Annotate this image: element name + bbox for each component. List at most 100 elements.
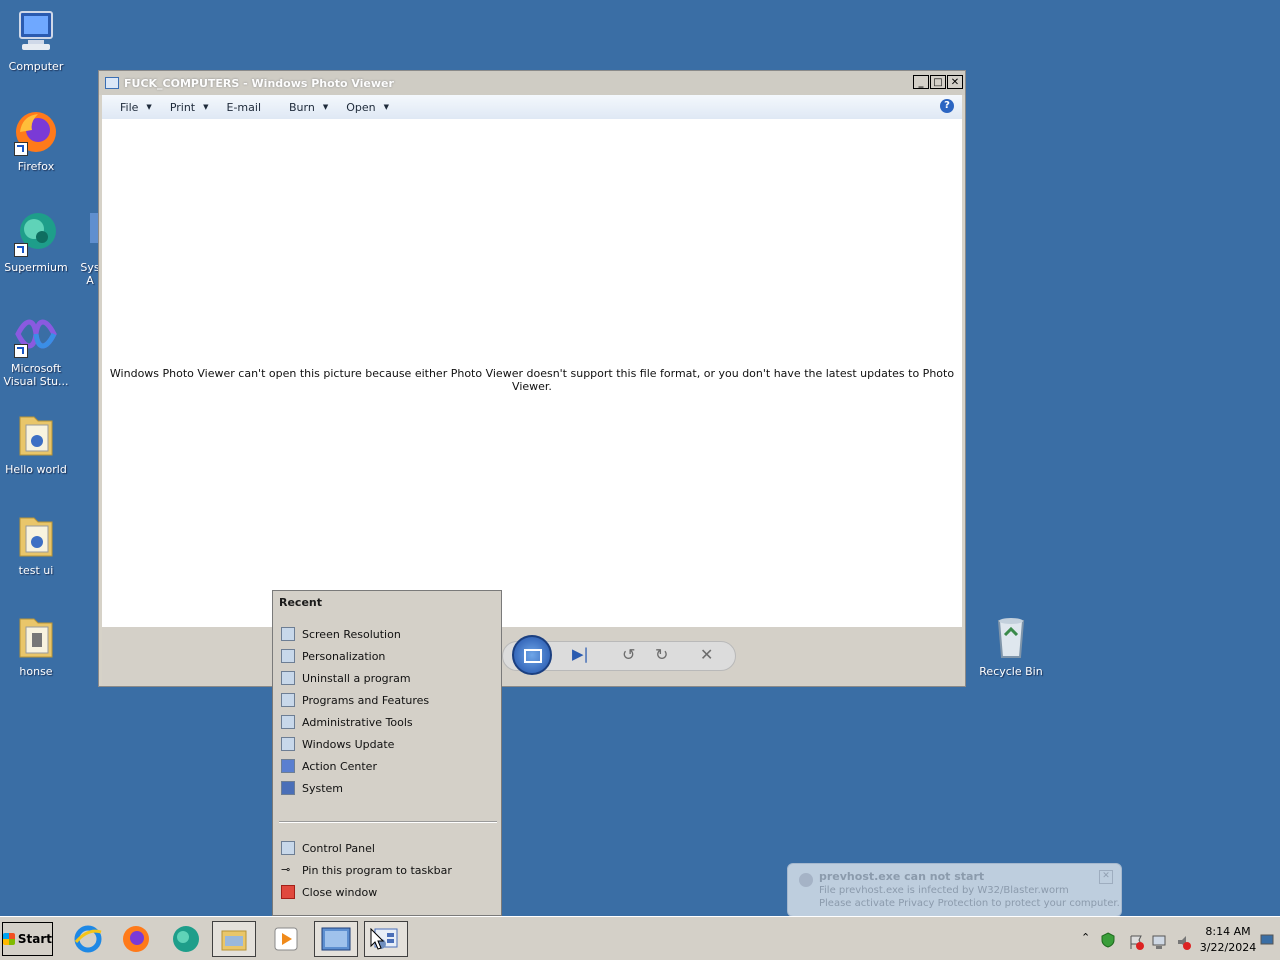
menu-label: E-mail — [226, 100, 262, 114]
menu-label: File — [120, 100, 139, 114]
desktop-icon-computer[interactable]: Computer — [0, 8, 72, 73]
maximize-button[interactable]: □ — [930, 75, 946, 89]
desktop-icon-sys-partial[interactable]: Sys A — [80, 209, 100, 287]
firefox-icon — [123, 926, 149, 952]
menu-print[interactable]: Print ▼ — [170, 101, 209, 114]
jump-item-screen-resolution[interactable]: Screen Resolution — [281, 624, 401, 644]
network-icon[interactable] — [1152, 934, 1166, 949]
supermium-icon — [12, 209, 60, 257]
desktop-icon-recycle-bin[interactable]: Recycle Bin — [975, 613, 1047, 678]
taskbar-explorer[interactable] — [212, 921, 256, 957]
firefox-icon — [12, 108, 60, 156]
taskbar-supermium[interactable] — [164, 921, 208, 957]
start-button[interactable]: Start — [2, 922, 53, 956]
desktop-icon-label: Microsoft Visual Stu... — [3, 362, 69, 388]
show-desktop-icon[interactable] — [1260, 933, 1274, 947]
playback-controls: ▶| ↺ ↻ ✕ — [102, 627, 962, 685]
jump-item-windows-update[interactable]: Windows Update — [281, 734, 394, 754]
title-bar[interactable]: FUCK_COMPUTERS - Windows Photo Viewer — [99, 71, 965, 95]
rotate-counterclockwise-icon[interactable]: ↺ — [622, 645, 635, 664]
screen-resolution-icon — [281, 627, 295, 641]
window-title: FUCK_COMPUTERS - Windows Photo Viewer — [124, 76, 394, 90]
volume-muted-icon[interactable] — [1176, 934, 1191, 950]
slideshow-button[interactable] — [512, 635, 552, 675]
show-hidden-icons-icon[interactable]: ⌃ — [1081, 931, 1095, 945]
jump-item-uninstall[interactable]: Uninstall a program — [281, 668, 411, 688]
menu-open[interactable]: Open ▼ — [346, 101, 389, 114]
recycle-bin-icon — [987, 613, 1035, 661]
desktop-icon-label: Hello world — [5, 463, 67, 476]
start-label: Start — [17, 932, 52, 946]
jump-item-close-window[interactable]: Close window — [281, 882, 377, 902]
dropdown-arrow-icon: ▼ — [203, 103, 209, 111]
desktop-icon-label: Recycle Bin — [979, 665, 1043, 678]
notification-balloon[interactable]: prevhost.exe can not start File prevhost… — [787, 863, 1122, 917]
jump-item-personalization[interactable]: Personalization — [281, 646, 385, 666]
delete-icon[interactable]: ✕ — [700, 645, 713, 664]
folder-icon — [12, 613, 60, 661]
menu-burn[interactable]: Burn ▼ — [289, 101, 328, 114]
taskbar-internet-explorer[interactable] — [66, 921, 110, 957]
control-panel-icon — [281, 841, 295, 855]
windows-logo-icon — [3, 933, 15, 945]
image-viewport: Windows Photo Viewer can't open this pic… — [102, 119, 962, 627]
folder-icon — [12, 512, 60, 560]
shortcut-arrow-icon — [14, 142, 28, 156]
menu-label: Open — [346, 100, 376, 114]
taskbar-firefox[interactable] — [114, 921, 158, 957]
minimize-button[interactable]: _ — [913, 75, 929, 89]
dropdown-arrow-icon: ▼ — [146, 103, 152, 111]
supermium-icon — [173, 926, 199, 952]
jump-item-label: Screen Resolution — [302, 627, 401, 641]
dropdown-arrow-icon: ▼ — [383, 103, 390, 111]
jump-item-system[interactable]: System — [281, 778, 343, 798]
notification-line: Please activate Privacy Protection to pr… — [819, 898, 1120, 909]
jump-item-admin-tools[interactable]: Administrative Tools — [281, 712, 413, 732]
desktop-icon-honse[interactable]: honse — [0, 613, 72, 678]
desktop-icon-visual-studio[interactable]: Microsoft Visual Stu... — [0, 310, 72, 388]
error-message: Windows Photo Viewer can't open this pic… — [109, 367, 955, 393]
folder-icon — [221, 930, 247, 951]
desktop-icon-label: Sys A — [80, 261, 100, 287]
shortcut-arrow-icon — [14, 344, 28, 358]
jump-item-label: Action Center — [302, 759, 377, 773]
desktop-icon-firefox[interactable]: Firefox — [0, 108, 72, 173]
action-center-flag-icon[interactable] — [1129, 934, 1144, 950]
jump-item-pin[interactable]: ⊸ Pin this program to taskbar — [281, 860, 452, 880]
menu-file[interactable]: File ▼ — [120, 101, 152, 114]
desktop-icon-supermium[interactable]: Supermium — [0, 209, 72, 274]
desktop-icon-hello-world[interactable]: Hello world — [0, 411, 72, 476]
jump-item-label: Administrative Tools — [302, 715, 413, 729]
taskbar-media-player[interactable] — [264, 921, 308, 957]
help-icon[interactable]: ? — [940, 99, 954, 113]
security-shield-icon[interactable] — [1100, 932, 1115, 948]
warning-icon — [799, 873, 813, 887]
jump-item-action-center[interactable]: Action Center — [281, 756, 377, 776]
menu-email[interactable]: E-mail — [227, 101, 262, 114]
taskbar-photo-viewer[interactable] — [314, 921, 358, 957]
photo-viewer-app-icon — [105, 77, 119, 89]
desktop-icon-label: honse — [19, 665, 53, 678]
jump-item-label: Pin this program to taskbar — [302, 863, 452, 877]
photo-viewer-icon — [321, 927, 351, 951]
notification-close-icon[interactable]: ✕ — [1099, 870, 1113, 884]
programs-icon — [281, 671, 295, 685]
desktop-icon-label: Firefox — [17, 160, 55, 173]
folder-icon — [12, 411, 60, 459]
notification-line: File prevhost.exe is infected by W32/Bla… — [819, 885, 1069, 896]
jump-list: Recent Screen Resolution Personalization… — [272, 590, 502, 916]
next-icon[interactable]: ▶| — [572, 645, 589, 663]
rotate-clockwise-icon[interactable]: ↻ — [655, 645, 668, 664]
window-controls: _ □ ✕ — [912, 75, 963, 89]
close-button[interactable]: ✕ — [947, 75, 963, 89]
system-icon — [281, 781, 295, 795]
desktop-icon-test-ui[interactable]: test ui — [0, 512, 72, 577]
jump-item-control-panel[interactable]: Control Panel — [281, 838, 375, 858]
clock-time: 8:14 AM — [1205, 925, 1251, 938]
jump-item-label: Close window — [302, 885, 378, 899]
jump-item-label: Personalization — [302, 649, 386, 663]
jump-item-programs-features[interactable]: Programs and Features — [281, 690, 429, 710]
jump-list-header: Recent — [279, 596, 323, 609]
clock[interactable]: 8:14 AM 3/22/2024 — [1198, 924, 1258, 956]
menu-label: Print — [169, 100, 196, 114]
